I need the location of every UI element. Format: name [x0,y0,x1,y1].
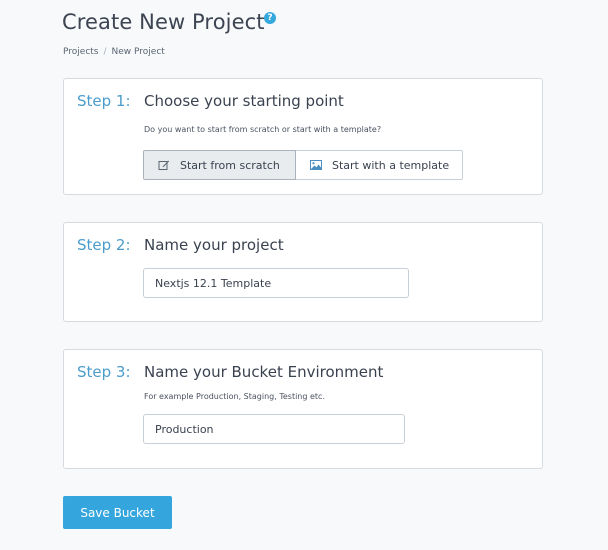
starting-point-toggle: Start from scratch Start with a template [143,150,463,180]
step3-hint: For example Production, Staging, Testing… [144,392,325,401]
image-icon [310,159,322,171]
pencil-edit-icon [158,159,170,171]
step1-label: Step 1: [77,92,131,110]
breadcrumb-current: New Project [111,47,165,57]
breadcrumb-separator: / [103,47,107,57]
step1-card: Step 1: Choose your starting point Do yo… [63,78,543,195]
step3-label: Step 3: [77,363,131,381]
step1-hint: Do you want to start from scratch or sta… [144,125,382,134]
start-from-scratch-button[interactable]: Start from scratch [143,150,296,180]
save-bucket-button[interactable]: Save Bucket [63,496,172,529]
start-from-scratch-label: Start from scratch [180,158,280,172]
step2-label: Step 2: [77,236,131,254]
step2-card: Step 2: Name your project [63,222,543,322]
step3-title: Name your Bucket Environment [144,363,384,381]
help-icon[interactable]: ? [264,12,276,24]
start-with-template-button[interactable]: Start with a template [296,150,463,180]
page-title: Create New Project [62,10,265,34]
step1-title: Choose your starting point [144,92,344,110]
breadcrumb-projects-link[interactable]: Projects [63,47,98,57]
step2-title: Name your project [144,236,284,254]
step3-card: Step 3: Name your Bucket Environment For… [63,349,543,469]
project-name-input[interactable] [143,268,409,298]
breadcrumb: Projects / New Project [63,47,165,57]
start-with-template-label: Start with a template [332,158,450,172]
bucket-environment-input[interactable] [143,414,405,444]
